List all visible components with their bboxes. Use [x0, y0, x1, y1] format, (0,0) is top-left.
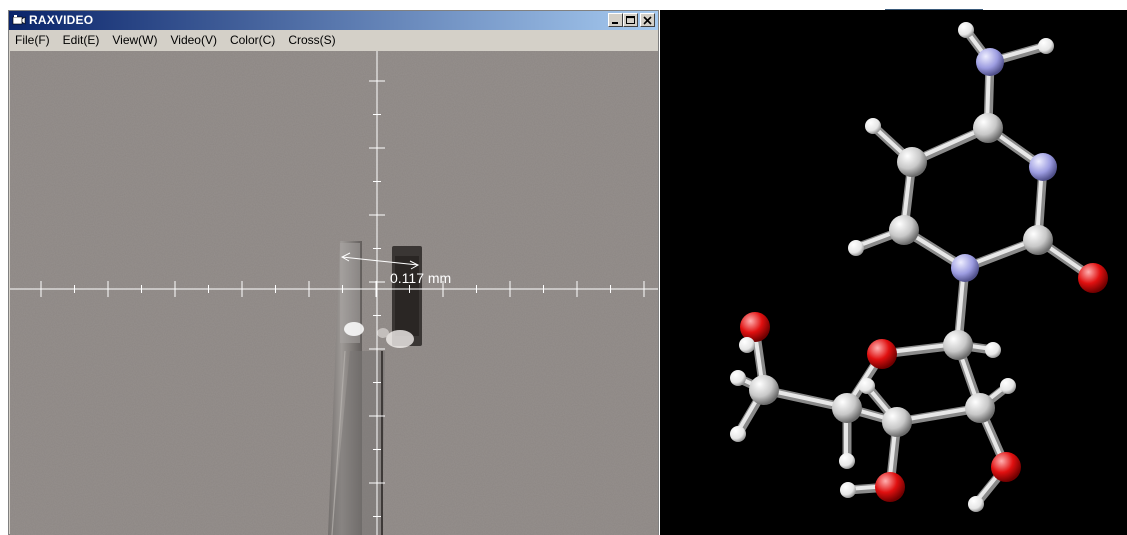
oxygen-atom: [1078, 263, 1108, 293]
nitrogen-atom: [951, 254, 979, 282]
molecule-structure: [730, 22, 1108, 512]
nitrogen-atom: [1029, 153, 1057, 181]
menu-view[interactable]: View(W): [112, 33, 157, 47]
hydrogen-atom: [840, 482, 856, 498]
hydrogen-atom: [730, 370, 746, 386]
carbon-atom: [1023, 225, 1053, 255]
carbon-atom: [973, 113, 1003, 143]
hydrogen-atom: [739, 337, 755, 353]
menu-bar: File(F) Edit(E) View(W) Video(V) Color(C…: [9, 30, 658, 49]
hydrogen-atom: [730, 426, 746, 442]
menu-cross[interactable]: Cross(S): [288, 33, 335, 47]
hydrogen-atom: [968, 496, 984, 512]
video-view[interactable]: 0.117 mm: [10, 51, 658, 535]
carbon-atom: [897, 147, 927, 177]
menu-file[interactable]: File(F): [15, 33, 50, 47]
hydrogen-atom: [1038, 38, 1054, 54]
menu-color[interactable]: Color(C): [230, 33, 275, 47]
hydrogen-atom: [848, 240, 864, 256]
hydrogen-atom: [865, 118, 881, 134]
hydrogen-atom: [839, 453, 855, 469]
measurement-label: 0.117 mm: [390, 270, 452, 286]
menu-edit[interactable]: Edit(E): [63, 33, 100, 47]
raxvideo-window: RAXVIDEO File(F) Edit(E) View(W) Video(V…: [8, 10, 659, 535]
oxygen-atom: [867, 339, 897, 369]
carbon-atom: [832, 393, 862, 423]
nitrogen-atom: [976, 48, 1004, 76]
close-button[interactable]: [640, 13, 655, 27]
hydrogen-atom: [1000, 378, 1016, 394]
carbon-atom: [889, 215, 919, 245]
camera-icon: [12, 15, 26, 25]
molecule-viewer[interactable]: [660, 10, 1127, 535]
maximize-icon: [626, 16, 635, 24]
hydrogen-atom: [985, 342, 1001, 358]
minimize-icon: [612, 22, 618, 24]
title-bar[interactable]: RAXVIDEO: [9, 11, 658, 30]
oxygen-atom: [991, 452, 1021, 482]
hydrogen-atom: [958, 22, 974, 38]
carbon-atom: [965, 393, 995, 423]
maximize-button[interactable]: [623, 13, 638, 27]
window-title: RAXVIDEO: [29, 13, 94, 27]
carbon-atom: [749, 375, 779, 405]
video-frame: [10, 51, 658, 535]
carbon-atom: [943, 330, 973, 360]
close-icon: [643, 16, 652, 25]
menu-video[interactable]: Video(V): [170, 33, 216, 47]
carbon-atom: [882, 407, 912, 437]
minimize-button[interactable]: [608, 13, 623, 27]
oxygen-atom: [875, 472, 905, 502]
hydrogen-atom: [859, 378, 875, 394]
